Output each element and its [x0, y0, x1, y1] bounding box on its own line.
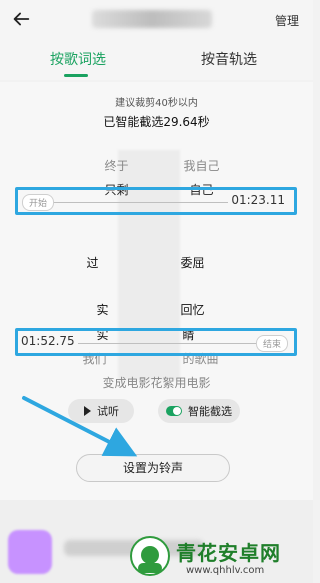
listen-button[interactable]: 试听 [68, 399, 134, 423]
toggle-on-icon [166, 406, 182, 416]
play-icon [84, 406, 91, 416]
crop-hint: 建议裁剪40秒以内 [115, 98, 198, 109]
blurred-song-title [92, 10, 212, 28]
leaf-logo-icon [130, 536, 170, 576]
manage-button[interactable]: 管理 [275, 12, 299, 29]
smart-select-label: 智能截选 [188, 405, 232, 418]
smart-select-toggle[interactable]: 智能截选 [158, 399, 240, 423]
listen-label: 试听 [97, 405, 119, 418]
tab-track-select[interactable]: 按音轨选 [201, 49, 257, 69]
tab-bar: 按歌词选 按音轨选 [0, 40, 313, 80]
start-marker-highlight: 开始 01:23.11 [15, 187, 297, 215]
back-arrow-icon[interactable] [10, 8, 32, 30]
lyric-line: 我自己 [183, 159, 220, 173]
lyric-line: 回忆 [180, 303, 205, 317]
watermark-site-url: www.qhhlv.com [186, 565, 265, 576]
tab-lyrics-select[interactable]: 按歌词选 [50, 49, 106, 69]
end-time: 01:52.75 [18, 334, 78, 348]
set-ringtone-button[interactable]: 设置为铃声 [76, 454, 230, 482]
smart-selected-duration: 已智能截选29.64秒 [103, 115, 210, 129]
end-pill[interactable]: 结束 [255, 335, 288, 352]
top-bar: 管理 [0, 0, 313, 40]
lyric-line: 变成电影花絮用电影 [102, 376, 211, 390]
end-marker-highlight: 01:52.75 结束 [15, 328, 297, 356]
avatar [8, 530, 52, 574]
start-pill[interactable]: 开始 [22, 194, 55, 211]
active-tab-indicator [64, 74, 88, 77]
watermark-site-name: 青花安卓网 [176, 541, 281, 565]
start-time: 01:23.11 [228, 193, 288, 207]
lyric-line: 委屈 [180, 256, 205, 270]
watermark-logo: 青花安卓网 www.qhhlv.com [130, 528, 304, 582]
